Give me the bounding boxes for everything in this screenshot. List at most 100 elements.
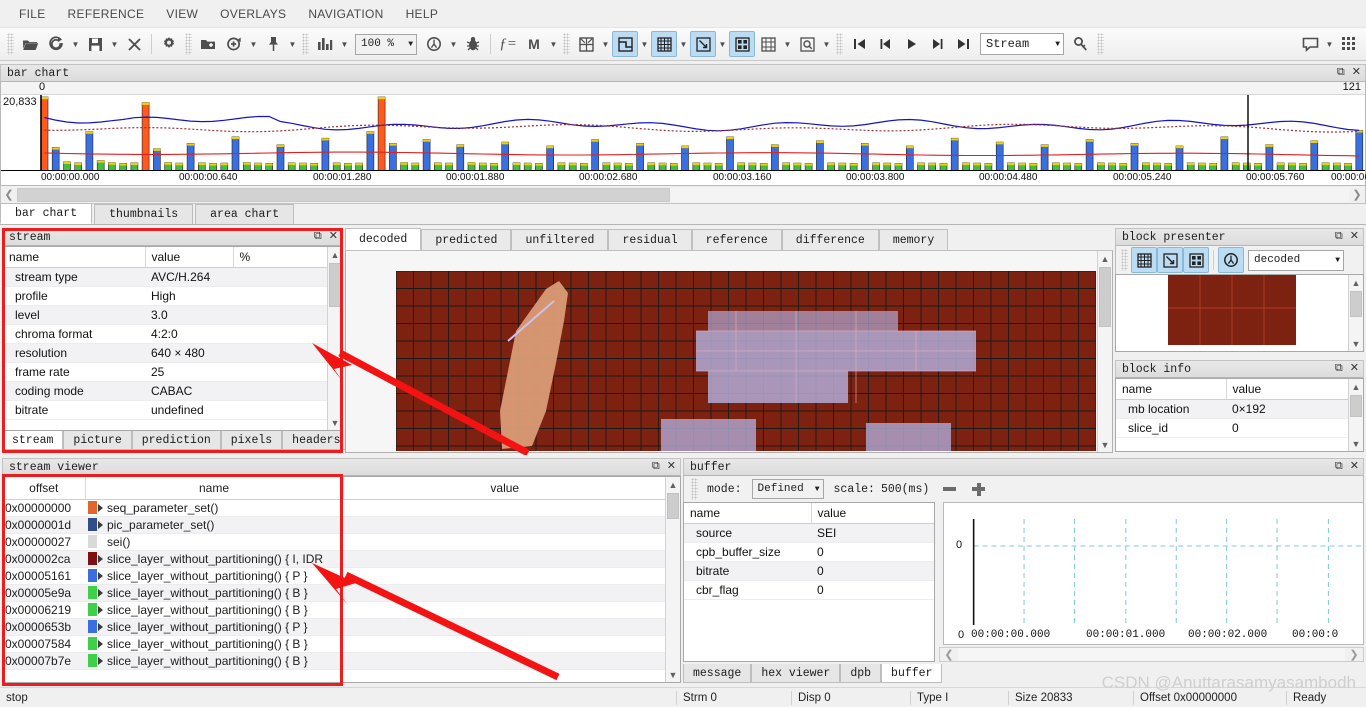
table-row[interactable]: coding mode CABAC: [3, 382, 329, 401]
stream-viewer-vscrollbar[interactable]: ▲ ▼: [665, 477, 680, 682]
comment-dropdown-arrow[interactable]: ▼: [1323, 31, 1336, 57]
buffer-toolbar-grip[interactable]: [691, 478, 698, 500]
table-row[interactable]: chroma format 4:2:0: [3, 325, 329, 344]
decoded-picture-view[interactable]: ▲ ▼: [345, 250, 1113, 453]
bp-toolbar-grip[interactable]: [1121, 249, 1128, 271]
buffer-occupancy-chart[interactable]: 0 0 00:00:00.000 00:00:01.000 00:00:02.0…: [943, 502, 1364, 645]
col-name[interactable]: name: [3, 247, 145, 268]
play-icon[interactable]: [898, 31, 924, 57]
col-name-bu[interactable]: name: [684, 503, 811, 524]
zoom-out-minus-icon[interactable]: [943, 487, 956, 491]
refresh-dropdown-arrow[interactable]: ▼: [69, 31, 82, 57]
scroll-down-icon-sv[interactable]: ▼: [666, 667, 680, 682]
menu-help[interactable]: HELP: [395, 4, 450, 24]
table-row[interactable]: 0x00000027sei(): [3, 534, 666, 551]
block-preview-vscrollbar[interactable]: ▲ ▼: [1348, 275, 1363, 351]
tab-unfiltered[interactable]: unfiltered: [511, 229, 608, 250]
zoom-level-combo[interactable]: 100 % ▼: [355, 34, 417, 55]
expand-triangle-icon[interactable]: [98, 555, 103, 563]
col-value-sv[interactable]: value: [343, 477, 666, 500]
scroll-left-icon[interactable]: ❮: [1, 188, 17, 201]
scroll-thumb-bi[interactable]: [1350, 395, 1362, 417]
subtab-headers[interactable]: headers: [282, 431, 350, 450]
add-circle-dropdown-arrow[interactable]: ▼: [247, 31, 260, 57]
subtab-dpb[interactable]: dpb: [840, 664, 881, 683]
next-frame-icon[interactable]: [924, 31, 950, 57]
pin-icon[interactable]: [260, 31, 286, 57]
scroll-thumb-v[interactable]: [329, 263, 341, 307]
float-icon[interactable]: ⧉: [1337, 68, 1345, 79]
close-icon-sv[interactable]: ✕: [667, 462, 676, 473]
scroll-up-icon-sv[interactable]: ▲: [666, 477, 680, 492]
scroll-track-bu[interactable]: [958, 648, 1345, 661]
macroblock-icon[interactable]: M: [521, 31, 547, 57]
function-icon[interactable]: ƒ=: [495, 31, 521, 57]
col-offset[interactable]: offset: [3, 477, 85, 500]
expand-triangle-icon[interactable]: [98, 640, 103, 648]
col-value[interactable]: value: [145, 247, 233, 268]
scroll-thumb-sv[interactable]: [667, 493, 679, 519]
block-preview-area[interactable]: ▲ ▼: [1115, 274, 1364, 352]
last-frame-icon[interactable]: [950, 31, 976, 57]
table-row[interactable]: source SEI: [684, 524, 934, 543]
table-row[interactable]: 0x0000653bslice_layer_without_partitioni…: [3, 619, 666, 636]
toolbar-grip-3[interactable]: [302, 33, 309, 55]
close-icon-stream[interactable]: ✕: [329, 232, 338, 243]
scroll-down-icon-bi[interactable]: ▼: [1349, 436, 1363, 451]
subblocks-dropdown-arrow[interactable]: ▼: [781, 31, 794, 57]
blocks-icon[interactable]: [612, 31, 638, 57]
motion-vectors-icon[interactable]: [690, 31, 716, 57]
expand-triangle-icon[interactable]: [98, 572, 103, 580]
block-info-grid[interactable]: name value mb location 0×192 slice_id 0 …: [1115, 378, 1364, 452]
table-row[interactable]: bitrate undefined: [3, 401, 329, 420]
buffer-mode-combo[interactable]: Defined ▼: [752, 479, 824, 499]
grid-overlay-dropdown-arrow[interactable]: ▼: [599, 31, 612, 57]
buffer-properties-grid[interactable]: name value source SEI cpb_buffer_size 0 …: [683, 502, 935, 662]
float-icon-stream[interactable]: ⧉: [314, 232, 322, 243]
buffer-chart-hscrollbar[interactable]: ❮ ❯: [939, 647, 1364, 662]
scroll-right-icon-bu[interactable]: ❯: [1345, 648, 1363, 661]
table-row[interactable]: 0x00005e9aslice_layer_without_partitioni…: [3, 585, 666, 602]
stream-viewer-grid[interactable]: offset name value 0x00000000seq_paramete…: [2, 476, 681, 683]
close-icon[interactable]: ✕: [1352, 68, 1361, 79]
add-folder-icon[interactable]: [195, 31, 221, 57]
tab-residual[interactable]: residual: [608, 229, 691, 250]
tab-area-chart[interactable]: area chart: [195, 204, 294, 224]
scroll-track[interactable]: [17, 188, 1349, 202]
key-icon[interactable]: [1068, 31, 1094, 57]
table-row[interactable]: frame rate 25: [3, 363, 329, 382]
comment-icon[interactable]: [1297, 31, 1323, 57]
col-value-bi[interactable]: value: [1226, 379, 1350, 400]
macroblock-dropdown-arrow[interactable]: ▼: [547, 31, 560, 57]
block-info-vscrollbar[interactable]: ▲ ▼: [1348, 379, 1363, 451]
col-value-bu[interactable]: value: [811, 503, 934, 524]
pin-dropdown-arrow[interactable]: ▼: [286, 31, 299, 57]
subtab-message[interactable]: message: [683, 664, 751, 683]
col-name-sv[interactable]: name: [85, 477, 343, 500]
scroll-left-icon-bu[interactable]: ❮: [940, 648, 958, 661]
clock-icon[interactable]: [421, 31, 447, 57]
expand-triangle-icon[interactable]: [98, 657, 103, 665]
menu-overlays[interactable]: OVERLAYS: [209, 4, 297, 24]
tab-memory[interactable]: memory: [879, 229, 948, 250]
stream-properties-grid[interactable]: name value % stream type AVC/H.264 profi…: [2, 246, 343, 431]
tab-thumbnails[interactable]: thumbnails: [94, 204, 193, 224]
subtab-buffer[interactable]: buffer: [881, 664, 942, 683]
menu-navigation[interactable]: NAVIGATION: [297, 4, 394, 24]
bar-chart-dropdown-arrow[interactable]: ▼: [338, 31, 351, 57]
table-row[interactable]: stream type AVC/H.264: [3, 268, 329, 287]
subblocks-icon[interactable]: [755, 31, 781, 57]
scroll-thumb[interactable]: [17, 188, 670, 202]
close-icon-bu[interactable]: ✕: [1350, 462, 1359, 473]
picture-view-vscrollbar[interactable]: ▲ ▼: [1097, 251, 1112, 452]
toolbar-grip-5[interactable]: [836, 33, 843, 55]
tab-reference[interactable]: reference: [692, 229, 782, 250]
subtab-prediction[interactable]: prediction: [132, 431, 221, 450]
motion-vector-icon[interactable]: [1157, 247, 1183, 273]
col-name-bi[interactable]: name: [1116, 379, 1226, 400]
tab-predicted[interactable]: predicted: [421, 229, 511, 250]
scroll-right-icon[interactable]: ❯: [1349, 188, 1365, 201]
close-icon-bp[interactable]: ✕: [1350, 232, 1359, 243]
block-presenter-mode-combo[interactable]: decoded ▼: [1248, 250, 1344, 271]
table-row[interactable]: 0x00007584slice_layer_without_partitioni…: [3, 636, 666, 653]
